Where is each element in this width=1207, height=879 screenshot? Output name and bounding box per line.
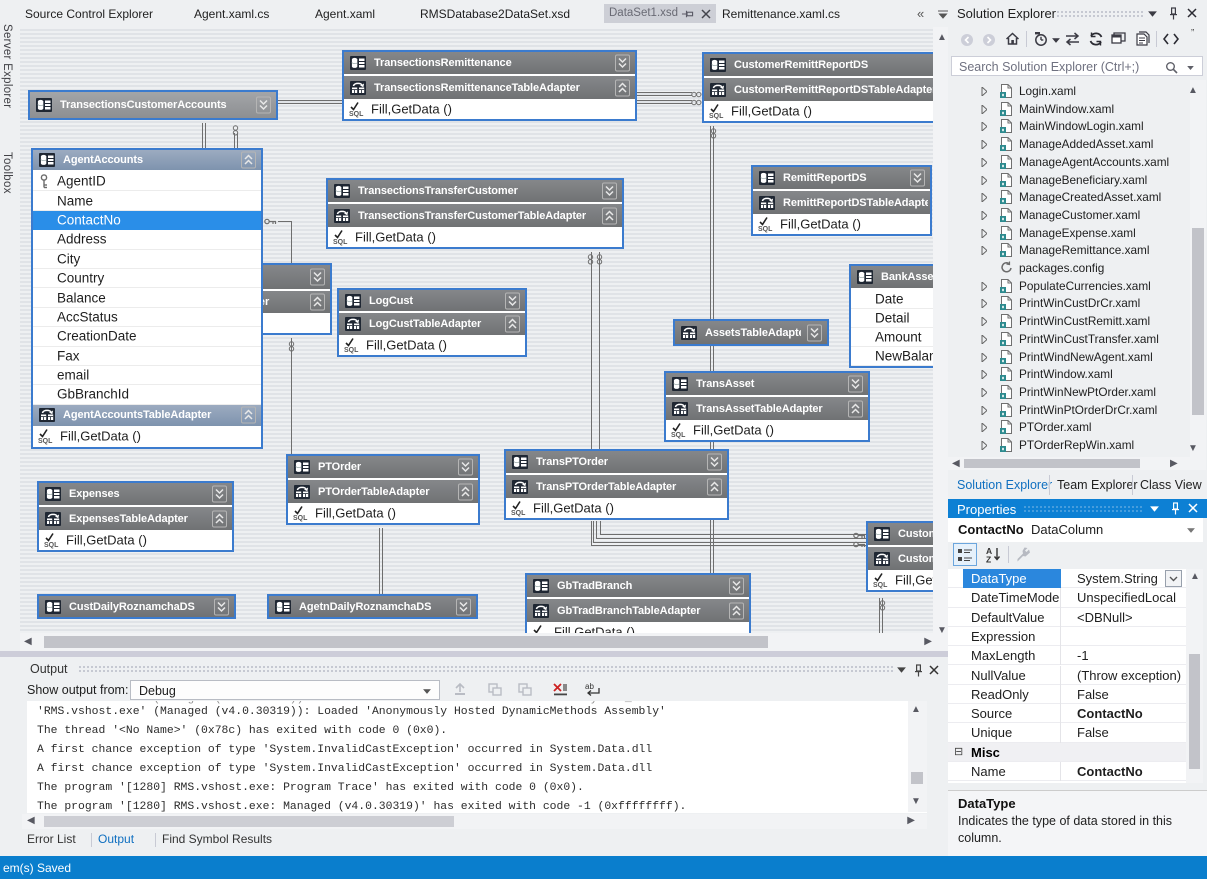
svg-text:Z: Z	[986, 555, 991, 564]
svg-text:ab: ab	[585, 682, 594, 691]
